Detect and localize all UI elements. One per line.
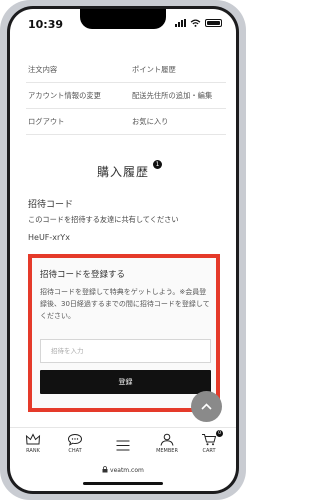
battery-icon xyxy=(205,19,222,27)
signal-icon xyxy=(175,19,186,27)
page-title-wrap: 購入履歴 xyxy=(10,161,236,180)
camera-notch xyxy=(80,9,166,29)
scroll-to-top-button[interactable] xyxy=(191,391,222,422)
page-title: 購入履歴 xyxy=(96,165,149,179)
register-invite-description: 招待コードを登録して特典をゲットしよう。※会員登録後、30日経過するまでの間に招… xyxy=(40,288,210,320)
bottom-nav: RANK CHAT MEMBER 0 CART xyxy=(10,427,236,465)
menu-row: 注文内容 ポイント履歴 xyxy=(26,57,226,83)
invite-code-input[interactable] xyxy=(40,339,211,363)
title-badge: 1 xyxy=(153,160,162,169)
user-icon xyxy=(160,433,174,446)
nav-chat-label: CHAT xyxy=(68,448,82,454)
nav-cart-label: CART xyxy=(202,448,216,454)
status-icons xyxy=(175,19,222,27)
register-button[interactable]: 登録 xyxy=(40,370,211,394)
nav-cart[interactable]: 0 CART xyxy=(194,430,224,454)
invite-code-value: HeUF-xrYx xyxy=(28,233,70,242)
cart-icon xyxy=(202,434,217,446)
screen: 10:39 注文内容 ポイント履歴 アカウント情報の変更 配送先住所の追加・編集… xyxy=(10,9,236,491)
nav-chat[interactable]: CHAT xyxy=(60,433,90,454)
menu-row: アカウント情報の変更 配送先住所の追加・編集 xyxy=(26,83,226,109)
status-time: 10:39 xyxy=(28,18,64,31)
menu-logout[interactable]: ログアウト xyxy=(28,117,64,127)
chevron-up-icon xyxy=(201,403,212,410)
browser-url: veatm.com xyxy=(110,467,144,474)
chat-icon xyxy=(67,433,83,446)
crown-icon xyxy=(25,433,41,445)
invite-code-heading: 招待コード xyxy=(28,200,74,210)
nav-menu[interactable] xyxy=(108,439,138,452)
hamburger-menu-icon xyxy=(116,440,130,451)
nav-rank[interactable]: RANK xyxy=(18,433,48,454)
home-indicator[interactable] xyxy=(83,482,163,485)
menu-account-settings[interactable]: アカウント情報の変更 xyxy=(28,91,101,101)
register-invite-title: 招待コードを登録する xyxy=(40,270,126,280)
nav-member-label: MEMBER xyxy=(156,448,178,454)
status-bar: 10:39 xyxy=(10,9,236,39)
browser-url-bar[interactable]: veatm.com xyxy=(10,466,236,480)
nav-member[interactable]: MEMBER xyxy=(152,433,182,454)
menu-shipping-address[interactable]: 配送先住所の追加・編集 xyxy=(132,91,212,101)
invite-code-description: このコードを招待する友達に共有してください xyxy=(28,215,179,224)
nav-rank-label: RANK xyxy=(26,448,40,454)
menu-point-history[interactable]: ポイント履歴 xyxy=(132,65,176,75)
cart-count-badge: 0 xyxy=(216,430,223,437)
lock-icon xyxy=(102,466,108,473)
wifi-icon xyxy=(190,19,201,27)
register-invite-box: 招待コードを登録する 招待コードを登録して特典をゲットしよう。※会員登録後、30… xyxy=(28,254,220,412)
menu-order-details[interactable]: 注文内容 xyxy=(28,65,57,75)
menu-favorites[interactable]: お気に入り xyxy=(132,117,168,127)
menu-row: ログアウト お気に入り xyxy=(26,109,226,135)
